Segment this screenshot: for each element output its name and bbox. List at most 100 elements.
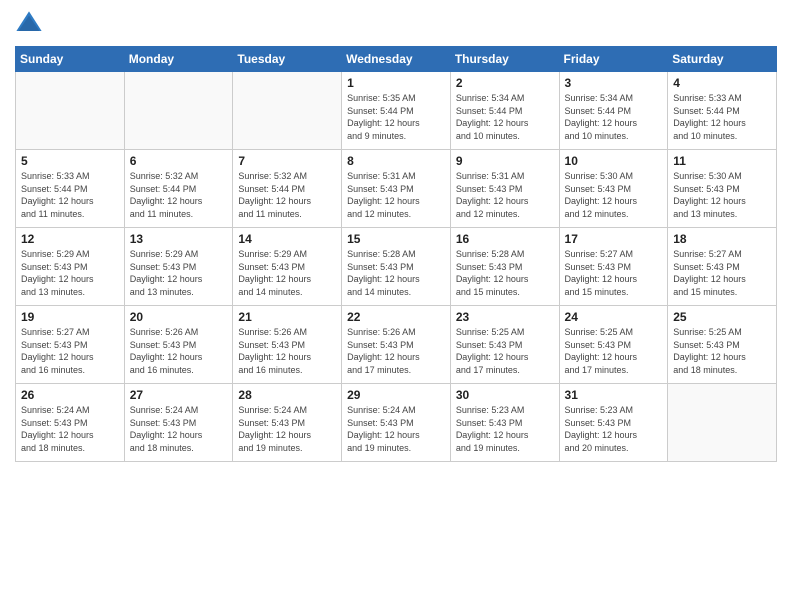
calendar-cell — [16, 72, 125, 150]
day-info: Sunrise: 5:27 AM Sunset: 5:43 PM Dayligh… — [673, 248, 771, 298]
calendar-cell: 19 Sunrise: 5:27 AM Sunset: 5:43 PM Dayli… — [16, 306, 125, 384]
day-number: 8 — [347, 154, 445, 168]
day-number: 22 — [347, 310, 445, 324]
day-number: 23 — [456, 310, 554, 324]
day-info: Sunrise: 5:28 AM Sunset: 5:43 PM Dayligh… — [347, 248, 445, 298]
calendar-cell: 6 Sunrise: 5:32 AM Sunset: 5:44 PM Daylig… — [124, 150, 233, 228]
calendar-cell: 26 Sunrise: 5:24 AM Sunset: 5:43 PM Dayli… — [16, 384, 125, 462]
day-number: 3 — [565, 76, 663, 90]
day-number: 21 — [238, 310, 336, 324]
calendar-week-row: 12 Sunrise: 5:29 AM Sunset: 5:43 PM Dayli… — [16, 228, 777, 306]
calendar-cell: 30Sunrise: 5:23 AM Sunset: 5:43 PM Dayli… — [450, 384, 559, 462]
weekday-header: Sunday — [16, 47, 125, 72]
day-info: Sunrise: 5:31 AM Sunset: 5:43 PM Dayligh… — [456, 170, 554, 220]
weekday-header: Wednesday — [342, 47, 451, 72]
day-number: 24 — [565, 310, 663, 324]
calendar-cell — [668, 384, 777, 462]
day-info: Sunrise: 5:24 AM Sunset: 5:43 PM Dayligh… — [238, 404, 336, 454]
day-number: 19 — [21, 310, 119, 324]
day-info: Sunrise: 5:34 AM Sunset: 5:44 PM Dayligh… — [456, 92, 554, 142]
calendar-cell: 18 Sunrise: 5:27 AM Sunset: 5:43 PM Dayli… — [668, 228, 777, 306]
day-number: 11 — [673, 154, 771, 168]
calendar-table: SundayMondayTuesdayWednesdayThursdayFrid… — [15, 46, 777, 462]
calendar-cell: 9 Sunrise: 5:31 AM Sunset: 5:43 PM Daylig… — [450, 150, 559, 228]
page-container: SundayMondayTuesdayWednesdayThursdayFrid… — [0, 0, 792, 612]
day-number: 29 — [347, 388, 445, 402]
day-info: Sunrise: 5:26 AM Sunset: 5:43 PM Dayligh… — [238, 326, 336, 376]
calendar-cell: 1Sunrise: 5:35 AM Sunset: 5:44 PM Daylig… — [342, 72, 451, 150]
day-info: Sunrise: 5:29 AM Sunset: 5:43 PM Dayligh… — [238, 248, 336, 298]
weekday-header: Saturday — [668, 47, 777, 72]
weekday-header: Monday — [124, 47, 233, 72]
calendar-cell: 16Sunrise: 5:28 AM Sunset: 5:43 PM Dayli… — [450, 228, 559, 306]
calendar-cell: 31Sunrise: 5:23 AM Sunset: 5:43 PM Dayli… — [559, 384, 668, 462]
day-number: 4 — [673, 76, 771, 90]
calendar-cell: 15 Sunrise: 5:28 AM Sunset: 5:43 PM Dayli… — [342, 228, 451, 306]
calendar-cell: 2 Sunrise: 5:34 AM Sunset: 5:44 PM Daylig… — [450, 72, 559, 150]
day-number: 17 — [565, 232, 663, 246]
calendar-cell — [124, 72, 233, 150]
calendar-cell: 13 Sunrise: 5:29 AM Sunset: 5:43 PM Dayli… — [124, 228, 233, 306]
calendar-cell — [233, 72, 342, 150]
calendar-cell: 5 Sunrise: 5:33 AM Sunset: 5:44 PM Daylig… — [16, 150, 125, 228]
day-info: Sunrise: 5:32 AM Sunset: 5:44 PM Dayligh… — [238, 170, 336, 220]
calendar-cell: 14 Sunrise: 5:29 AM Sunset: 5:43 PM Dayli… — [233, 228, 342, 306]
calendar-cell: 22 Sunrise: 5:26 AM Sunset: 5:43 PM Dayli… — [342, 306, 451, 384]
weekday-header-row: SundayMondayTuesdayWednesdayThursdayFrid… — [16, 47, 777, 72]
day-info: Sunrise: 5:29 AM Sunset: 5:43 PM Dayligh… — [130, 248, 228, 298]
day-number: 25 — [673, 310, 771, 324]
day-info: Sunrise: 5:24 AM Sunset: 5:43 PM Dayligh… — [130, 404, 228, 454]
day-info: Sunrise: 5:25 AM Sunset: 5:43 PM Dayligh… — [565, 326, 663, 376]
day-number: 6 — [130, 154, 228, 168]
day-info: Sunrise: 5:27 AM Sunset: 5:43 PM Dayligh… — [565, 248, 663, 298]
calendar-cell: 28 Sunrise: 5:24 AM Sunset: 5:43 PM Dayli… — [233, 384, 342, 462]
day-info: Sunrise: 5:25 AM Sunset: 5:43 PM Dayligh… — [673, 326, 771, 376]
day-number: 9 — [456, 154, 554, 168]
calendar-cell: 21 Sunrise: 5:26 AM Sunset: 5:43 PM Dayli… — [233, 306, 342, 384]
day-info: Sunrise: 5:33 AM Sunset: 5:44 PM Dayligh… — [21, 170, 119, 220]
day-info: Sunrise: 5:31 AM Sunset: 5:43 PM Dayligh… — [347, 170, 445, 220]
day-number: 27 — [130, 388, 228, 402]
day-number: 20 — [130, 310, 228, 324]
logo-icon — [15, 10, 43, 38]
day-info: Sunrise: 5:28 AM Sunset: 5:43 PM Dayligh… — [456, 248, 554, 298]
day-info: Sunrise: 5:27 AM Sunset: 5:43 PM Dayligh… — [21, 326, 119, 376]
day-number: 2 — [456, 76, 554, 90]
day-info: Sunrise: 5:23 AM Sunset: 5:43 PM Dayligh… — [456, 404, 554, 454]
day-info: Sunrise: 5:32 AM Sunset: 5:44 PM Dayligh… — [130, 170, 228, 220]
calendar-cell: 3Sunrise: 5:34 AM Sunset: 5:44 PM Daylig… — [559, 72, 668, 150]
calendar-week-row: 1Sunrise: 5:35 AM Sunset: 5:44 PM Daylig… — [16, 72, 777, 150]
calendar-cell: 11 Sunrise: 5:30 AM Sunset: 5:43 PM Dayli… — [668, 150, 777, 228]
day-number: 26 — [21, 388, 119, 402]
day-number: 7 — [238, 154, 336, 168]
weekday-header: Friday — [559, 47, 668, 72]
calendar-cell: 4 Sunrise: 5:33 AM Sunset: 5:44 PM Daylig… — [668, 72, 777, 150]
calendar-cell: 10Sunrise: 5:30 AM Sunset: 5:43 PM Dayli… — [559, 150, 668, 228]
day-number: 28 — [238, 388, 336, 402]
logo — [15, 10, 47, 38]
day-info: Sunrise: 5:35 AM Sunset: 5:44 PM Dayligh… — [347, 92, 445, 142]
day-number: 14 — [238, 232, 336, 246]
day-number: 5 — [21, 154, 119, 168]
calendar-cell: 8 Sunrise: 5:31 AM Sunset: 5:43 PM Daylig… — [342, 150, 451, 228]
day-number: 10 — [565, 154, 663, 168]
calendar-cell: 25 Sunrise: 5:25 AM Sunset: 5:43 PM Dayli… — [668, 306, 777, 384]
weekday-header: Thursday — [450, 47, 559, 72]
day-info: Sunrise: 5:23 AM Sunset: 5:43 PM Dayligh… — [565, 404, 663, 454]
day-info: Sunrise: 5:33 AM Sunset: 5:44 PM Dayligh… — [673, 92, 771, 142]
weekday-header: Tuesday — [233, 47, 342, 72]
page-header — [15, 10, 777, 38]
day-info: Sunrise: 5:26 AM Sunset: 5:43 PM Dayligh… — [347, 326, 445, 376]
day-number: 12 — [21, 232, 119, 246]
day-number: 13 — [130, 232, 228, 246]
calendar-cell: 17 Sunrise: 5:27 AM Sunset: 5:43 PM Dayli… — [559, 228, 668, 306]
day-info: Sunrise: 5:24 AM Sunset: 5:43 PM Dayligh… — [21, 404, 119, 454]
day-info: Sunrise: 5:30 AM Sunset: 5:43 PM Dayligh… — [673, 170, 771, 220]
day-info: Sunrise: 5:29 AM Sunset: 5:43 PM Dayligh… — [21, 248, 119, 298]
calendar-week-row: 26 Sunrise: 5:24 AM Sunset: 5:43 PM Dayli… — [16, 384, 777, 462]
day-number: 18 — [673, 232, 771, 246]
calendar-cell: 7 Sunrise: 5:32 AM Sunset: 5:44 PM Daylig… — [233, 150, 342, 228]
calendar-cell: 29Sunrise: 5:24 AM Sunset: 5:43 PM Dayli… — [342, 384, 451, 462]
day-number: 15 — [347, 232, 445, 246]
calendar-cell: 12 Sunrise: 5:29 AM Sunset: 5:43 PM Dayli… — [16, 228, 125, 306]
